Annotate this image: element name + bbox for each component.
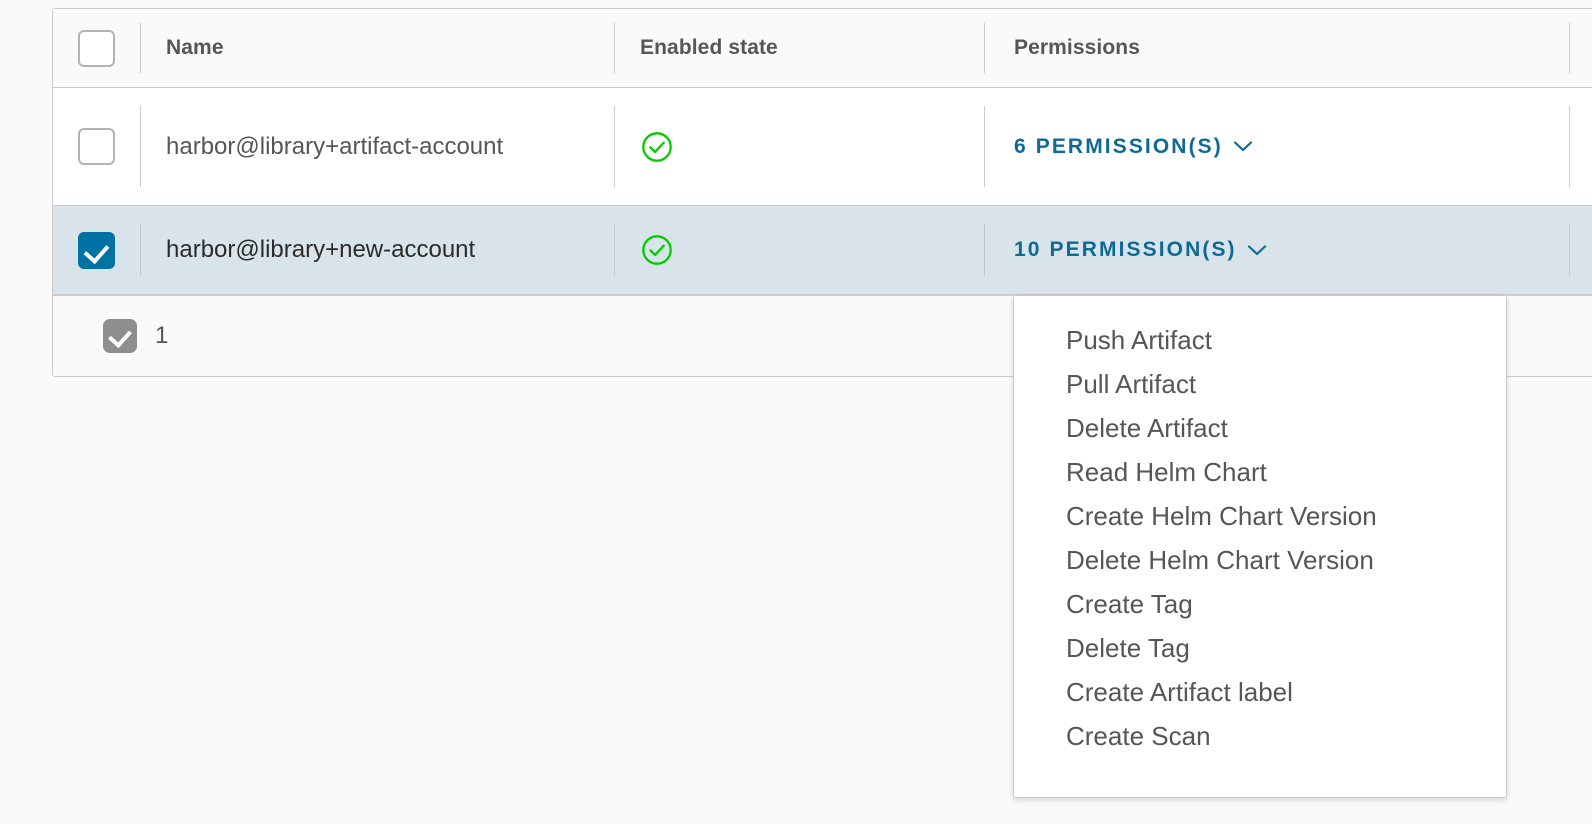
footer-selection-checkbox[interactable] [103,319,137,353]
select-all-checkbox[interactable] [78,29,115,67]
row-select-cell [53,206,140,294]
permission-item[interactable]: Read Helm Chart [1014,450,1506,494]
account-name: harbor@library+new-account [166,236,476,264]
permission-item[interactable]: Delete Artifact [1014,406,1506,450]
permissions-dropdown-panel: Push Artifact Pull Artifact Delete Artif… [1013,295,1507,798]
header-column-permissions-label: Permissions [1014,36,1140,59]
permissions-count-label: 10 PERMISSION(S) [1014,238,1237,261]
chevron-down-icon [1247,244,1267,257]
row-overflow-cell [1569,206,1592,294]
permissions-toggle-button[interactable]: 10 PERMISSION(S) [1014,238,1267,262]
permissions-toggle-button[interactable]: 6 PERMISSION(S) [1014,135,1253,159]
row-select-cell [53,88,140,205]
datagrid-header-row: Name Enabled state Permissions [53,9,1592,88]
row-name-cell: harbor@library+new-account [140,206,614,294]
check-circle-icon [640,130,674,164]
row-checkbox[interactable] [78,128,115,165]
permission-item[interactable]: Push Artifact [1014,318,1506,362]
permission-item[interactable]: Pull Artifact [1014,362,1506,406]
table-row[interactable]: harbor@library+artifact-account 6 PERMIS… [53,88,1592,206]
chevron-down-icon [1233,140,1253,153]
permission-item[interactable]: Create Tag [1014,582,1506,626]
permission-item[interactable]: Create Scan [1014,714,1506,758]
header-column-overflow [1569,9,1592,87]
table-row[interactable]: harbor@library+new-account 10 PERMISSION… [53,206,1592,295]
header-column-name-label: Name [166,36,224,59]
header-select-all-cell [53,9,140,87]
header-column-name[interactable]: Name [140,9,614,87]
permission-item[interactable]: Delete Tag [1014,626,1506,670]
row-checkbox[interactable] [78,231,115,269]
permission-item[interactable]: Delete Helm Chart Version [1014,538,1506,582]
permissions-count-label: 6 PERMISSION(S) [1014,134,1223,158]
check-circle-icon [640,233,674,267]
row-permissions-cell: 10 PERMISSION(S) [984,206,1569,294]
header-column-permissions[interactable]: Permissions [984,9,1569,87]
header-column-enabled-state-label: Enabled state [640,36,778,59]
row-enabled-state-cell [614,88,984,205]
permission-item[interactable]: Create Helm Chart Version [1014,494,1506,538]
header-column-enabled-state[interactable]: Enabled state [614,9,984,87]
row-enabled-state-cell [614,206,984,294]
row-name-cell: harbor@library+artifact-account [140,88,614,205]
selected-count-label: 1 [155,322,169,349]
row-overflow-cell [1569,88,1592,205]
row-permissions-cell: 6 PERMISSION(S) [984,88,1569,205]
permission-item[interactable]: Create Artifact label [1014,670,1506,714]
account-name: harbor@library+artifact-account [166,132,504,160]
